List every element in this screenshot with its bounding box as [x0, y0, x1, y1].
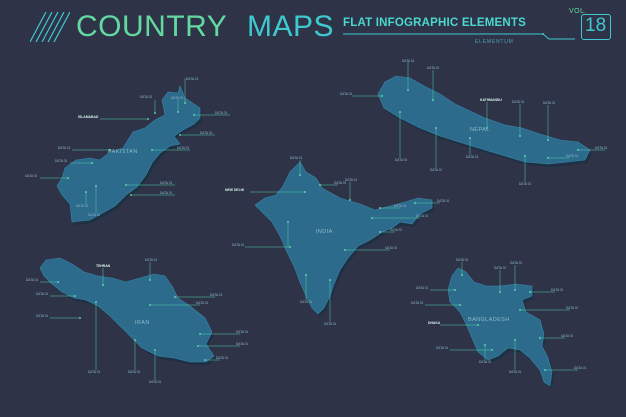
data-label: DATA 01 [574, 366, 587, 370]
data-label: DATA 01 [25, 174, 38, 178]
data-label: DATA 01 [36, 314, 49, 318]
data-label: DATA 01 [324, 322, 337, 326]
pakistan-label: PAKISTAN [108, 149, 138, 155]
data-label: DATA 01 [519, 182, 532, 186]
data-label: DATA 01 [466, 155, 479, 159]
data-label: DATA 01 [436, 346, 449, 350]
bangladesh-map: BANGLADESH DHAKA DATA 01 DATA 01 DATA 01… [411, 258, 587, 389]
data-label: DATA 01 [200, 131, 213, 135]
data-label: DATA 01 [456, 258, 469, 262]
india-capital: NEW DELHI [225, 188, 244, 192]
pakistan-capital: ISLAMABAD [78, 115, 99, 119]
data-label: DATA 01 [186, 77, 199, 81]
nepal-map: NEPAL KATHMANDU DATA 01 DATA 01 DATA 01 … [340, 59, 608, 186]
data-label: DATA 01 [509, 370, 522, 374]
data-label: DATA 01 [595, 146, 608, 150]
data-label: DATA 01 [88, 213, 101, 217]
data-label: DATA 01 [395, 158, 408, 162]
data-label: DATA 01 [390, 228, 403, 232]
data-label: DATA 01 [300, 300, 313, 304]
bangladesh-capital: DHAKA [428, 321, 441, 325]
data-label: DATA 01 [76, 204, 89, 208]
data-label: DATA 01 [543, 101, 556, 105]
iran-shape [39, 257, 215, 363]
iran-map: IRAN TEHRAN DATA 01 DATA 01 DATA 01 DATA… [26, 257, 249, 384]
pakistan-map: PAKISTAN ISLAMABAD DATA 01 DATA 01 DATA … [25, 77, 230, 225]
data-label: DATA 01 [196, 301, 209, 305]
data-label: DATA 01 [385, 246, 398, 250]
data-label: DATA 01 [551, 288, 564, 292]
data-label: DATA 01 [216, 356, 229, 360]
data-label: DATA 01 [149, 380, 162, 384]
data-label: DATA 01 [128, 370, 141, 374]
data-label: DATA 01 [236, 330, 249, 334]
india-label: INDIA [316, 229, 333, 235]
data-label: DATA 01 [36, 292, 49, 296]
iran-label: IRAN [135, 320, 150, 326]
data-label: DATA 01 [340, 92, 353, 96]
data-label: DATA 01 [427, 66, 440, 70]
data-label: DATA 01 [26, 278, 39, 282]
data-label: DATA 01 [411, 301, 424, 305]
iran-capital: TEHRAN [96, 264, 111, 268]
data-label: DATA 01 [236, 342, 249, 346]
data-label: DATA 01 [160, 181, 173, 185]
data-label: DATA 01 [215, 111, 228, 115]
data-label: DATA 01 [210, 293, 223, 297]
data-label: DATA 01 [510, 261, 523, 265]
data-label: DATA 01 [394, 204, 407, 208]
data-label: DATA 01 [171, 96, 184, 100]
data-label: DATA 01 [290, 156, 303, 160]
data-label: DATA 01 [416, 214, 429, 218]
data-label: DATA 01 [512, 100, 525, 104]
data-label: DATA 01 [88, 370, 101, 374]
data-label: DATA 01 [437, 199, 450, 203]
data-label: DATA 01 [145, 258, 158, 262]
data-label: DATA 01 [416, 286, 429, 290]
data-label: DATA 01 [58, 146, 71, 150]
bangladesh-label: BANGLADESH [468, 317, 510, 323]
data-label: DATA 01 [494, 266, 507, 270]
data-label: DATA 01 [566, 306, 579, 310]
data-label: DATA 01 [232, 243, 245, 247]
data-label: DATA 01 [160, 191, 173, 195]
data-label: DATA 01 [402, 59, 415, 63]
data-label: DATA 01 [345, 178, 358, 182]
data-label: DATA 01 [566, 154, 579, 158]
data-label: DATA 01 [561, 334, 574, 338]
data-label: DATA 01 [430, 168, 443, 172]
data-label: DATA 01 [140, 95, 153, 99]
data-label: DATA 01 [55, 159, 68, 163]
data-label: DATA 01 [177, 146, 190, 150]
data-label: DATA 01 [479, 360, 492, 364]
country-maps: PAKISTAN ISLAMABAD DATA 01 DATA 01 DATA … [25, 59, 608, 389]
nepal-capital: KATHMANDU [480, 98, 502, 102]
